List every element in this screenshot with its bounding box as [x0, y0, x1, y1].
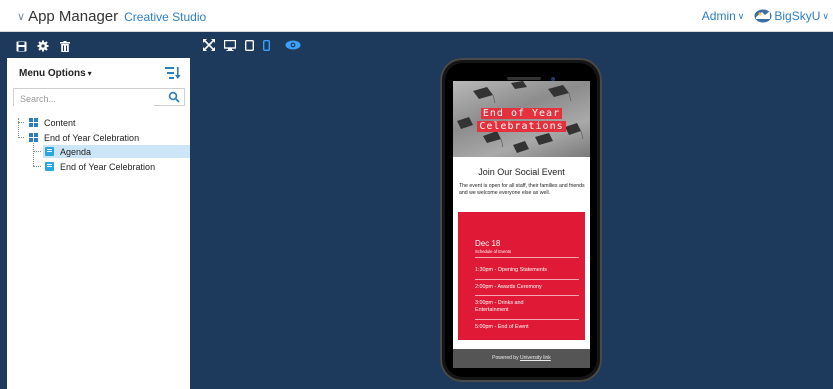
- powered-prefix: Powered by: [492, 355, 519, 361]
- search-input[interactable]: [14, 91, 154, 107]
- tree-item-content[interactable]: Content: [29, 116, 76, 129]
- app-subtitle[interactable]: Creative Studio: [124, 10, 206, 24]
- social-description: The event is open for all staff, their f…: [459, 183, 585, 196]
- phone-icon[interactable]: [263, 39, 270, 51]
- app-name: App Manager: [28, 8, 119, 25]
- search-box: [13, 88, 185, 107]
- phone-screen-preview[interactable]: End of Year Celebrations Join Our Social…: [453, 81, 590, 368]
- trash-icon[interactable]: [58, 39, 72, 53]
- schedule-label: Schedule of Events: [475, 249, 512, 254]
- tree-item-label: End of Year Celebration: [44, 132, 140, 143]
- chevron-down-icon[interactable]: ∨: [738, 11, 745, 22]
- admin-menu[interactable]: Admin: [702, 9, 736, 23]
- tree-connector: [18, 118, 19, 138]
- folder-grid-icon: [29, 118, 38, 127]
- gear-icon[interactable]: [36, 39, 50, 53]
- divider: [475, 319, 579, 320]
- hero-title-line2: Celebrations: [477, 121, 566, 132]
- schedule-item: 1:30pm - Opening Statements: [475, 267, 547, 273]
- brand-menu[interactable]: BigSkyU: [774, 9, 820, 23]
- tree-item-end-of-year[interactable]: End of Year Celebration: [29, 131, 139, 144]
- tree-item-label: Agenda: [60, 146, 92, 157]
- phone-speaker: [507, 77, 541, 80]
- tablet-icon[interactable]: [245, 39, 254, 51]
- preview-eye-icon[interactable]: [285, 40, 301, 50]
- divider: [475, 295, 579, 296]
- tree-connector: [33, 143, 34, 166]
- tree-connector: [33, 166, 41, 167]
- tree-item-end-of-year-page[interactable]: End of Year Celebration: [45, 160, 155, 173]
- social-heading: Join Our Social Event: [478, 167, 565, 177]
- fullscreen-icon[interactable]: [203, 39, 215, 51]
- hero-image: End of Year Celebrations: [453, 81, 590, 157]
- tree-sort-icon[interactable]: [165, 66, 181, 80]
- tree-connector: [18, 137, 24, 138]
- hero-title-line1: End of Year: [480, 108, 563, 119]
- tree-connector: [33, 151, 41, 152]
- schedule-item: 2:00pm - Awards Ceremony: [475, 284, 542, 290]
- powered-by-footer: Powered by University link: [453, 349, 590, 368]
- university-link[interactable]: University link: [520, 355, 551, 361]
- save-icon[interactable]: [14, 39, 28, 53]
- caret-down-icon: ▾: [87, 69, 92, 78]
- divider: [475, 257, 579, 258]
- schedule-item: 3:00pm - Drinks and Entertainment: [475, 300, 524, 313]
- schedule-item: 5:00pm - End of Event: [475, 324, 529, 330]
- view-toolbar: [203, 39, 301, 51]
- folder-grid-icon: [29, 133, 38, 142]
- chevron-down-icon[interactable]: ∨: [17, 10, 25, 23]
- tree-connector: [18, 122, 24, 123]
- left-toolbar: [14, 39, 72, 53]
- tree-item-label: End of Year Celebration: [60, 161, 156, 172]
- schedule-card: [458, 212, 585, 340]
- search-icon[interactable]: [168, 91, 180, 103]
- hero-title: End of Year Celebrations: [453, 107, 590, 133]
- divider: [475, 279, 579, 280]
- tree-item-agenda[interactable]: Agenda: [43, 145, 190, 158]
- event-date: Dec 18: [475, 239, 501, 248]
- menu-options-dropdown[interactable]: Menu Options ▾: [19, 68, 92, 79]
- page-icon: [45, 162, 54, 171]
- page-icon: [45, 147, 54, 156]
- top-header: ∨ App Manager Creative Studio Admin ∨ Bi…: [0, 0, 833, 32]
- app-title[interactable]: ∨ App Manager Creative Studio: [17, 8, 206, 25]
- brand-logo-icon: [754, 9, 772, 23]
- menu-options-label: Menu Options: [19, 68, 86, 79]
- tree-item-label: Content: [44, 117, 76, 128]
- menu-options-panel: Menu Options▾ Content End of Year Celebr…: [7, 58, 190, 389]
- chevron-down-icon[interactable]: ∨: [822, 11, 829, 22]
- user-area: Admin ∨ BigSkyU ∨: [702, 9, 829, 23]
- desktop-icon[interactable]: [224, 39, 236, 51]
